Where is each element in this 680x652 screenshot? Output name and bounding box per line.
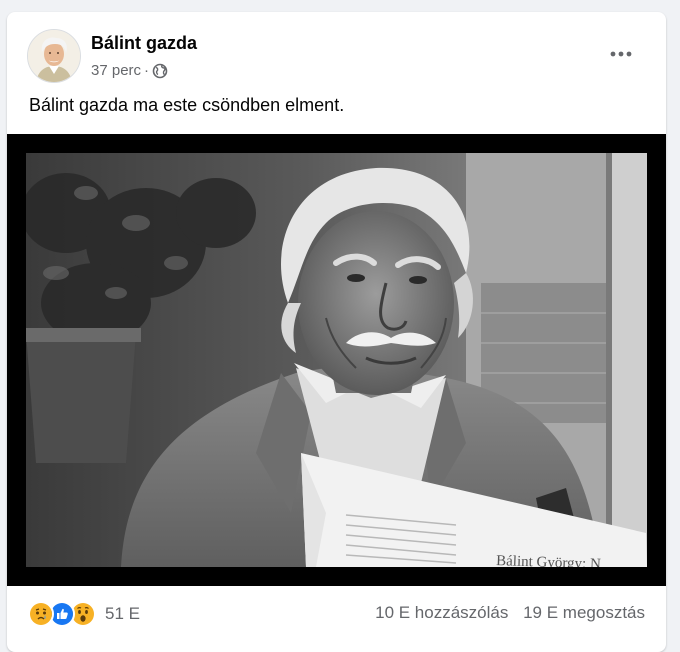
comments-count[interactable]: 10 E hozzászólás	[375, 603, 508, 622]
photo-frame: Bálint György: N	[7, 134, 666, 586]
portrait-photo: Bálint György: N	[26, 153, 647, 567]
post-meta: 37 perc ·	[91, 62, 168, 79]
post-time[interactable]: 37 perc	[91, 62, 141, 79]
post-photo[interactable]: Bálint György: N	[26, 153, 647, 567]
sad-reaction-icon	[28, 601, 54, 627]
author-name[interactable]: Bálint gazda	[91, 33, 197, 54]
globe-icon[interactable]	[152, 63, 168, 79]
meta-separator: ·	[144, 62, 150, 79]
avatar-portrait	[28, 30, 80, 82]
post-footer: 51 E 10 E hozzászólás 19 E megosztás	[7, 587, 666, 652]
reactions-summary[interactable]: 51 E	[28, 601, 140, 627]
post-text: Bálint gazda ma este csöndben elment.	[29, 95, 345, 115]
post-header: Bálint gazda 37 perc ·	[7, 12, 666, 92]
more-options-button[interactable]	[603, 36, 639, 72]
reactions-count: 51 E	[105, 604, 140, 623]
avatar[interactable]	[27, 29, 81, 83]
more-horizontal-icon	[610, 51, 632, 57]
post-stats: 10 E hozzászólás 19 E megosztás	[375, 603, 645, 623]
post-card: Bálint gazda 37 perc · Bálint gazda ma e…	[7, 12, 666, 652]
shares-count[interactable]: 19 E megosztás	[523, 603, 645, 622]
